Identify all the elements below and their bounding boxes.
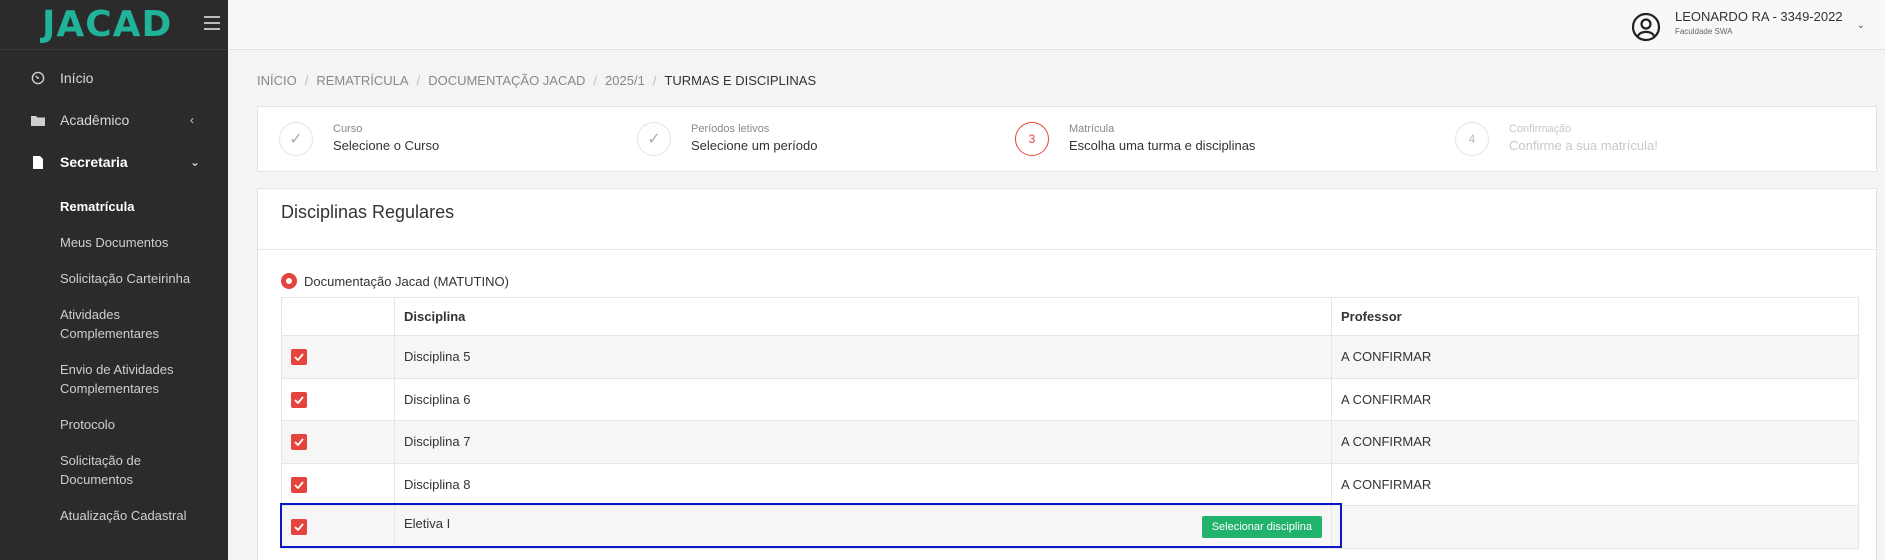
submenu-item-meus-documentos[interactable]: Meus Documentos: [0, 233, 228, 252]
turma-label: Documentação Jacad (MATUTINO): [304, 273, 509, 289]
submenu-item-protocolo[interactable]: Protocolo: [0, 415, 228, 434]
professor-cell: A CONFIRMAR: [1331, 377, 1859, 421]
breadcrumb: INÍCIO / REMATRÍCULA / DOCUMENTAÇÃO JACA…: [257, 73, 816, 88]
step-confirmacao: 4 Confirmação Confirme a sua matrícula!: [1455, 107, 1658, 171]
breadcrumb-inicio[interactable]: INÍCIO: [257, 73, 297, 88]
user-name: LEONARDO RA - 3349-2022: [1674, 9, 1843, 24]
table-header-row: Disciplina Professor: [281, 297, 1859, 336]
divider: [258, 249, 1876, 250]
sidebar-item-label: Início: [60, 70, 94, 86]
sidebar-item-label: Secretaria: [60, 154, 128, 170]
step-desc: Selecione um período: [691, 138, 818, 153]
disciplinas-card: Disciplinas Regulares Documentação Jacad…: [257, 188, 1877, 560]
submenu-item-envio-atividades[interactable]: Envio de Atividades Complementares: [0, 360, 228, 398]
enrollment-steps: ✓ Curso Selecione o Curso ✓ Períodos let…: [257, 106, 1877, 172]
disciplina-cell: Disciplina 5: [394, 335, 1332, 379]
breadcrumb-separator: /: [304, 73, 309, 88]
breadcrumb-separator: /: [416, 73, 421, 88]
step-title: Matrícula: [1069, 123, 1115, 135]
checkbox-checked[interactable]: [291, 519, 307, 536]
step-number: 4: [1455, 122, 1489, 156]
secretaria-submenu: Rematrícula Meus Documentos Solicitação …: [0, 191, 228, 525]
section-title: Disciplinas Regulares: [281, 202, 455, 222]
jacad-logo[interactable]: JACAD: [42, 6, 172, 43]
menu-toggle-icon[interactable]: [204, 16, 220, 30]
breadcrumb-current: TURMAS E DISCIPLINAS: [664, 73, 817, 88]
checkbox-checked[interactable]: [291, 434, 307, 451]
check-icon: ✓: [637, 122, 671, 156]
column-header-select: [281, 297, 395, 336]
breadcrumb-rematricula[interactable]: REMATRÍCULA: [316, 73, 408, 88]
sidebar-item-label: Acadêmico: [60, 112, 130, 128]
folder-icon: [30, 112, 46, 128]
dashboard-gauge-icon: [30, 70, 46, 86]
professor-cell: [1331, 505, 1859, 549]
breadcrumb-separator: /: [652, 73, 657, 88]
step-desc: Selecione o Curso: [333, 138, 440, 153]
chevron-left-icon: ‹: [190, 113, 194, 127]
sidebar-item-academico[interactable]: Acadêmico ‹: [0, 99, 228, 141]
submenu-item-atualizacao-cadastral[interactable]: Atualização Cadastral: [0, 506, 228, 525]
submenu-item-atividades-complementares[interactable]: Atividades Complementares: [0, 305, 228, 343]
disciplina-name: Eletiva I: [404, 515, 451, 531]
step-curso[interactable]: ✓ Curso Selecione o Curso: [279, 107, 439, 171]
step-title: Períodos letivos: [691, 123, 770, 135]
breadcrumb-periodo[interactable]: 2025/1: [605, 73, 645, 88]
step-desc: Escolha uma turma e disciplinas: [1069, 138, 1256, 153]
breadcrumb-documentacao[interactable]: DOCUMENTAÇÃO JACAD: [428, 73, 585, 88]
disciplina-cell: Disciplina 7: [394, 420, 1332, 464]
sidebar-item-secretaria[interactable]: Secretaria ⌄: [0, 141, 228, 183]
disciplina-cell: Disciplina 6: [394, 377, 1332, 421]
checkbox-checked[interactable]: [291, 391, 307, 408]
submenu-item-rematricula[interactable]: Rematrícula: [0, 197, 228, 216]
sidebar-item-inicio[interactable]: Início: [0, 57, 228, 99]
submenu-item-solicitacao-carteirinha[interactable]: Solicitação Carteirinha: [0, 269, 228, 288]
user-menu[interactable]: LEONARDO RA - 3349-2022 Faculdade SWA ⌄: [1631, 8, 1865, 42]
professor-cell: A CONFIRMAR: [1331, 335, 1859, 379]
user-info: LEONARDO RA - 3349-2022 Faculdade SWA: [1675, 8, 1843, 38]
table-row: Disciplina 7 A CONFIRMAR: [281, 420, 1859, 464]
disciplina-cell: Disciplina 8: [394, 462, 1332, 506]
column-header-professor: Professor: [1331, 297, 1859, 336]
chevron-down-icon[interactable]: ⌄: [1857, 20, 1865, 31]
selecionar-disciplina-button[interactable]: Selecionar disciplina: [1201, 515, 1322, 538]
turma-radio[interactable]: Documentação Jacad (MATUTINO): [281, 273, 509, 289]
chevron-down-icon: ⌄: [190, 155, 201, 169]
step-matricula[interactable]: 3 Matrícula Escolha uma turma e discipli…: [1015, 107, 1255, 171]
sidebar: JACAD Início Acadêmico ‹ Secretaria ⌄ Re…: [0, 0, 228, 560]
table-row: Eletiva I Selecionar disciplina: [281, 505, 1859, 549]
step-title: Curso: [333, 123, 363, 135]
checkbox-checked[interactable]: [291, 476, 307, 493]
column-header-disciplina: Disciplina: [394, 297, 1332, 336]
step-desc: Confirme a sua matrícula!: [1509, 138, 1658, 153]
disciplina-cell: Eletiva I Selecionar disciplina: [394, 505, 1332, 549]
disciplinas-table: Disciplina Professor Disciplina 5 A CONF…: [281, 297, 1859, 549]
professor-cell: A CONFIRMAR: [1331, 420, 1859, 464]
table-row: Disciplina 8 A CONFIRMAR: [281, 462, 1859, 506]
breadcrumb-separator: /: [593, 73, 598, 88]
table-row: Disciplina 5 A CONFIRMAR: [281, 335, 1859, 379]
step-periodos[interactable]: ✓ Períodos letivos Selecione um período: [637, 107, 817, 171]
sidebar-nav: Início Acadêmico ‹ Secretaria ⌄: [0, 57, 228, 183]
user-circle-icon: [1631, 12, 1661, 42]
step-number: 3: [1015, 122, 1049, 156]
step-title: Confirmação: [1509, 123, 1572, 135]
brand: JACAD: [0, 0, 228, 50]
radio-selected-icon[interactable]: [281, 273, 297, 289]
document-icon: [30, 154, 46, 170]
professor-cell: A CONFIRMAR: [1331, 462, 1859, 506]
user-institution: Faculdade SWA: [1674, 27, 1733, 36]
submenu-item-solicitacao-documentos[interactable]: Solicitação de Documentos: [0, 451, 228, 489]
checkbox-checked[interactable]: [291, 349, 307, 366]
top-bar: LEONARDO RA - 3349-2022 Faculdade SWA ⌄: [228, 0, 1885, 50]
table-row: Disciplina 6 A CONFIRMAR: [281, 377, 1859, 421]
check-icon: ✓: [279, 122, 313, 156]
